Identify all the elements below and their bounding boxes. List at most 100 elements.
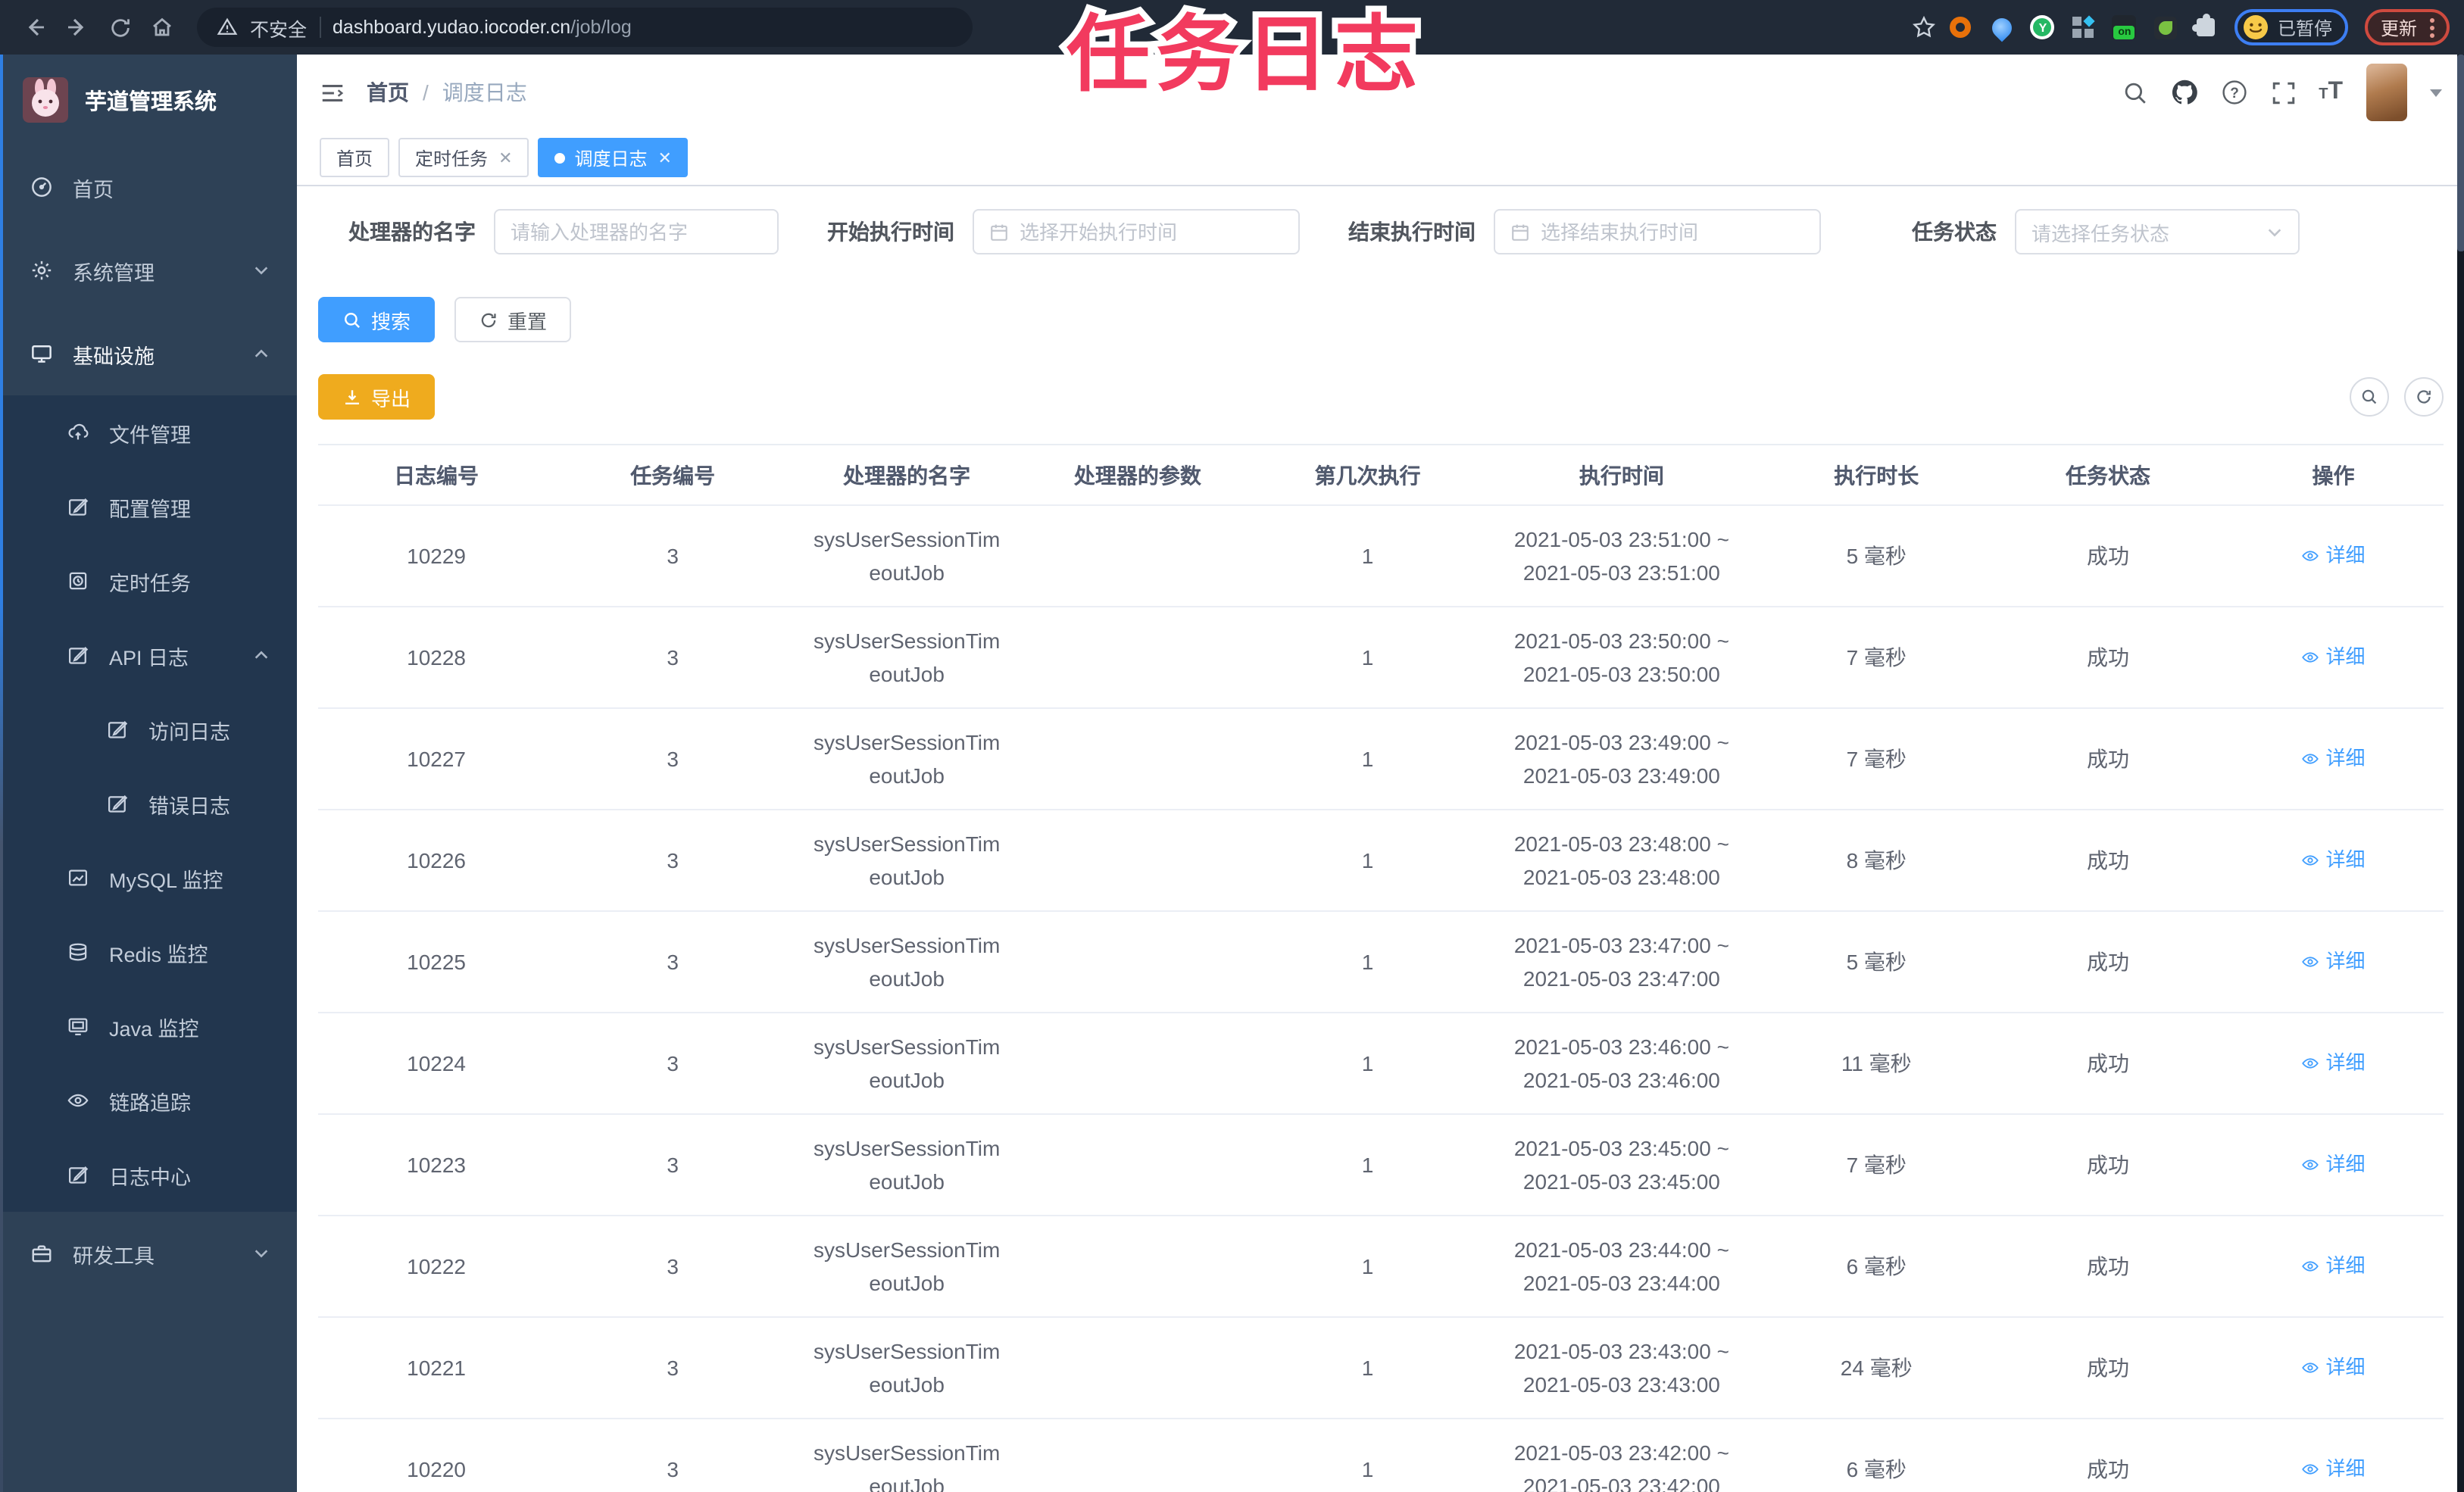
detail-link[interactable]: 详细 [2301,1452,2365,1485]
cell-duration: 8 毫秒 [1760,810,1993,912]
begin-time-input[interactable] [1020,220,1283,243]
cell-handler-param [1023,1114,1253,1216]
detail-link[interactable]: 详细 [2301,538,2365,572]
sidebar-item-label: 日志中心 [109,1166,191,1188]
sidebar-menu: 首页 系统管理 基础设施 文件管理 配置管理 定时任务 API 日志 访问日志 … [0,145,297,1295]
detail-link-label: 详细 [2325,543,2366,566]
sidebar-item-config-manage[interactable]: 配置管理 [0,470,297,544]
sidebar-collapse-icon[interactable] [320,80,345,105]
reset-button[interactable]: 重置 [454,297,572,342]
tab-timed-task[interactable]: 定时任务 ✕ [398,138,529,177]
detail-link[interactable]: 详细 [2301,1046,2365,1079]
extension-on-badge-icon[interactable]: on [2111,14,2138,41]
profile-paused-chip[interactable]: 已暂停 [2234,9,2349,45]
url-host: dashboard.yudao.iocoder.cn [333,17,571,38]
fullscreen-icon[interactable] [2270,80,2296,105]
user-menu-caret-icon[interactable] [2429,89,2441,96]
sidebar-item-java-monitor[interactable]: Java 监控 [0,989,297,1063]
cell-task-id: 3 [554,1216,792,1318]
handler-name-input[interactable] [511,220,762,243]
search-button[interactable]: 搜索 [318,297,436,342]
sidebar-item-infrastructure[interactable]: 基础设施 [0,312,297,395]
tab-home[interactable]: 首页 [320,138,390,177]
cell-execute-time: 2021-05-03 23:49:00 ~2021-05-03 23:49:00 [1482,708,1761,810]
back-icon[interactable] [15,8,55,47]
begin-time-picker[interactable] [973,209,1300,254]
font-size-icon[interactable]: TT [2319,79,2343,106]
tab-close-icon[interactable]: ✕ [658,148,672,167]
sidebar-item-job[interactable]: 定时任务 [0,544,297,618]
browser-update-button[interactable]: 更新 [2365,9,2449,45]
sidebar-item-error-log[interactable]: 错误日志 [0,766,297,841]
cell-handler-param [1023,1216,1253,1318]
cell-handler-name: sysUserSessionTim eoutJob [791,1114,1023,1216]
page-root: 不安全 dashboard.yudao.iocoder.cn/job/log Y… [0,0,2464,1492]
task-status-select[interactable]: 请选择任务状态 [2015,209,2300,254]
cell-execute-index: 1 [1252,1419,1483,1492]
sidebar-item-label: API 日志 [109,646,189,669]
gear-icon [32,261,52,280]
cell-log-id: 10227 [318,708,555,810]
detail-link-label: 详细 [2325,949,2366,972]
cell-actions: 详细 [2223,1114,2443,1216]
sidebar-item-file-manage[interactable]: 文件管理 [0,395,297,470]
sidebar-item-mysql-monitor[interactable]: MySQL 监控 [0,841,297,915]
detail-link[interactable]: 详细 [2301,843,2365,876]
security-warning-icon[interactable] [217,17,238,38]
col-task-id: 任务编号 [554,444,792,506]
github-icon[interactable] [2170,79,2197,106]
sidebar-item-dev-tools[interactable]: 研发工具 [0,1212,297,1295]
extension-orange-icon[interactable] [1947,14,1975,41]
reload-icon[interactable] [100,8,139,47]
home-icon[interactable] [142,8,182,47]
search-icon [2361,389,2376,404]
bookmark-star-icon[interactable] [1905,8,1944,47]
extension-green-y-icon[interactable]: Y [2029,14,2056,41]
toggle-search-button[interactable] [2349,377,2388,417]
detail-link[interactable]: 详细 [2301,640,2365,673]
extensions-cluster: Y on [1947,13,2220,42]
forward-icon[interactable] [58,8,97,47]
sidebar-item-api-log[interactable]: API 日志 [0,618,297,692]
sidebar-item-access-log[interactable]: 访问日志 [0,692,297,766]
logo-row[interactable]: 芋道管理系统 [0,55,297,145]
cell-duration: 5 毫秒 [1760,911,1993,1013]
sidebar-item-system[interactable]: 系统管理 [0,229,297,312]
tab-schedule-log[interactable]: 调度日志 ✕ [538,138,689,177]
user-avatar[interactable] [2366,64,2406,121]
sidebar-item-home[interactable]: 首页 [0,145,297,229]
tab-close-icon[interactable]: ✕ [498,148,512,167]
end-time-input[interactable] [1541,220,1804,243]
end-time-picker[interactable] [1494,209,1821,254]
sidebar-item-redis-monitor[interactable]: Redis 监控 [0,915,297,989]
refresh-table-button[interactable] [2403,377,2443,417]
extensions-puzzle-icon[interactable] [2192,14,2220,41]
detail-link[interactable]: 详细 [2301,1350,2365,1384]
sidebar-edge-highlight [0,55,3,1492]
page-scrollbar[interactable] [2456,55,2464,1492]
table-row: 10223 3 sysUserSessionTim eoutJob 1 2021-… [318,1114,2443,1216]
help-icon[interactable]: ? [2220,79,2247,106]
sidebar-item-log-center[interactable]: 日志中心 [0,1138,297,1212]
address-bar[interactable]: 不安全 dashboard.yudao.iocoder.cn/job/log [197,8,973,47]
table-row: 10227 3 sysUserSessionTim eoutJob 1 2021-… [318,708,2443,810]
browser-menu-kebab-icon[interactable] [2429,17,2434,37]
url-text[interactable]: dashboard.yudao.iocoder.cn/job/log [333,17,632,38]
breadcrumb-home[interactable]: 首页 [367,77,409,108]
scrollbar-thumb[interactable] [2456,55,2464,251]
cell-log-id: 10221 [318,1317,555,1419]
cell-execute-time: 2021-05-03 23:46:00 ~2021-05-03 23:46:00 [1482,1013,1761,1115]
sidebar-item-trace[interactable]: 链路追踪 [0,1063,297,1138]
detail-link[interactable]: 详细 [2301,1249,2365,1282]
detail-link[interactable]: 详细 [2301,741,2365,775]
extension-leaf-icon[interactable] [2152,14,2179,41]
detail-link[interactable]: 详细 [2301,1147,2365,1181]
cell-actions: 详细 [2223,708,2443,810]
extension-grid-icon[interactable] [2070,14,2097,41]
cell-status: 成功 [1992,1317,2224,1419]
export-button[interactable]: 导出 [318,374,436,420]
header-search-icon[interactable] [2122,80,2147,105]
detail-link[interactable]: 详细 [2301,944,2365,978]
eye-icon [2302,1362,2319,1372]
extension-blue-drop-icon[interactable] [1988,13,2016,42]
